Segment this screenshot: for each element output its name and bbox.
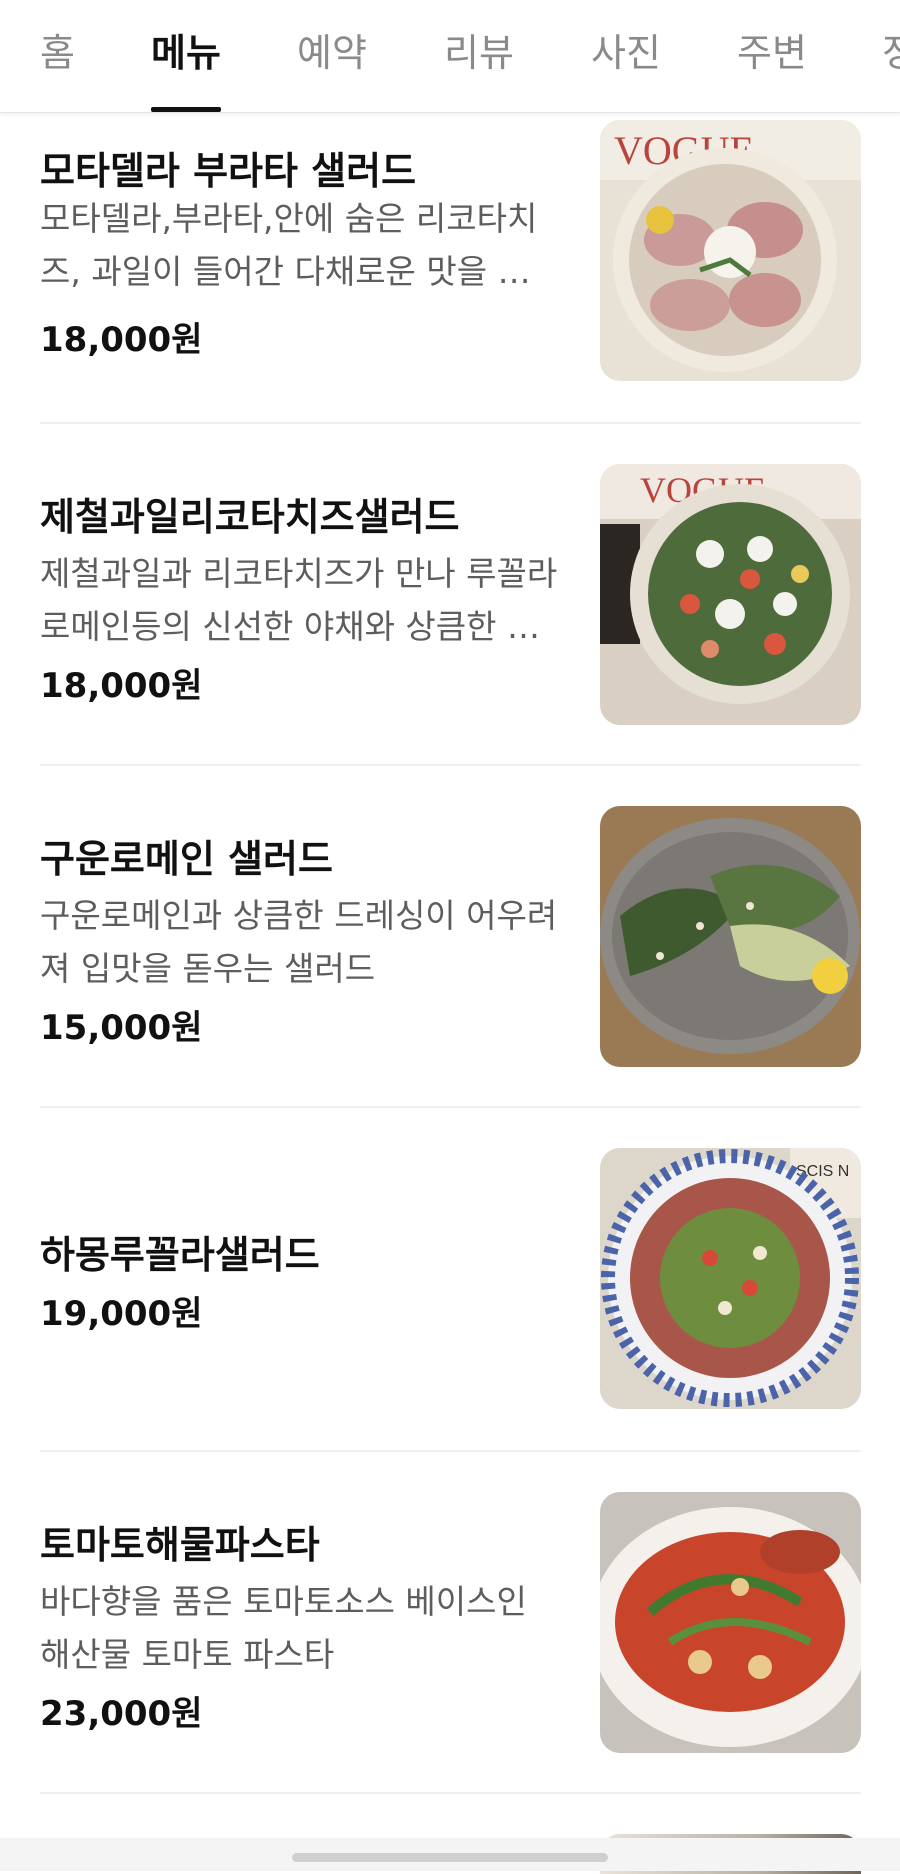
tab-label: 메뉴 [151,31,221,75]
menu-item-photo[interactable] [600,806,861,1067]
menu-item-photo[interactable]: VOGUE [600,464,861,725]
menu-item-price: 18,000원 [40,666,203,706]
menu-item[interactable]: 토마토해물파스타 바다향을 품은 토마토소스 베이스인 해산물 토마토 파스타 … [0,1452,900,1792]
menu-item-price: 19,000원 [40,1294,203,1334]
seafood-pasta-image [600,1492,861,1753]
tab-home[interactable]: 홈 [40,22,75,112]
menu-item-description: 모타델라,부라타,안에 숨은 리코타치즈, 과일이 들어간 다채로운 맛을 내는… [40,199,559,291]
menu-item[interactable]: 하몽루꼴라샐러드 19,000원 SCIS N [0,1108,900,1450]
menu-item-description: 바다향을 품은 토마토소스 베이스인 해산물 토마토 파스타 [40,1582,527,1674]
menu-item-name: 토마토해물파스타 [40,1523,320,1567]
tab-bar: 홈 메뉴 예약 리뷰 사진 주변 정 [0,0,900,113]
menu-item-name: 모타델라 부라타 샐러드 [40,149,417,193]
menu-item-price: 23,000원 [40,1694,203,1734]
tab-label: 사진 [591,31,661,75]
menu-item-price: 15,000원 [40,1008,203,1048]
tab-nearby[interactable]: 주변 [737,22,807,112]
tab-label: 주변 [737,31,807,75]
menu-item-name: 하몽루꼴라샐러드 [40,1233,320,1277]
menu-item-photo[interactable]: SCIS N [600,1148,861,1409]
menu-item[interactable]: 모타델라 부라타 샐러드 모타델라,부라타,안에 숨은 리코타치즈, 과일이 들… [0,112,900,422]
grilled-romaine-image [600,806,861,1067]
home-indicator[interactable] [292,1853,608,1862]
menu-item-name: 제철과일리코타치즈샐러드 [40,495,460,539]
tab-reviews[interactable]: 리뷰 [444,22,514,112]
active-tab-indicator [151,107,221,112]
menu-item[interactable]: 구운로메인 샐러드 구운로메인과 상큼한 드레싱이 어우려져 입맛을 돋우는 샐… [0,766,900,1106]
ricotta-salad-image: VOGUE [600,464,861,725]
menu-item-name: 구운로메인 샐러드 [40,837,333,881]
burrata-salad-image: VOGUE [600,120,861,381]
menu-item[interactable]: 제철과일리코타치즈샐러드 제철과일과 리코타치즈가 만나 루꼴라 로메인등의 신… [0,424,900,764]
menu-item-description: 제철과일과 리코타치즈가 만나 루꼴라 로메인등의 신선한 야채와 상큼한 드레… [40,554,558,646]
tab-photos[interactable]: 사진 [591,22,661,112]
jamon-salad-image: SCIS N [600,1148,861,1409]
menu-item-photo[interactable]: VOGUE [600,120,861,381]
tab-info[interactable]: 정 [882,22,900,112]
divider [40,1792,861,1794]
menu-item-photo[interactable] [600,1492,861,1753]
menu-item-price: 18,000원 [40,320,203,360]
tab-label: 홈 [40,31,75,75]
tab-reservation[interactable]: 예약 [297,22,367,112]
menu-item-description: 구운로메인과 상큼한 드레싱이 어우려져 입맛을 돋우는 샐러드 [40,896,558,988]
tab-label: 예약 [297,31,367,75]
tab-menu[interactable]: 메뉴 [151,22,221,112]
tab-label: 정 [882,31,900,75]
tab-label: 리뷰 [444,31,514,75]
